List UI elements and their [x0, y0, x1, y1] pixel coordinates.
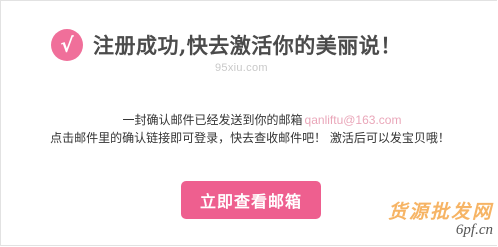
page-title: 注册成功,快去激活你的美丽说！: [93, 33, 402, 58]
brand-watermark-text: 货源批发网: [387, 201, 493, 223]
registration-success-panel: √ 注册成功,快去激活你的美丽说！ 95xiu.com 一封确认邮件已经发送到你…: [0, 0, 497, 246]
header: √ 注册成功,快去激活你的美丽说！: [51, 29, 402, 61]
view-email-button[interactable]: 立即查看邮箱: [181, 181, 321, 219]
confirmation-message-line2: 点击邮件里的确认链接即可登录，快去查收邮件吧！ 激活后可以发宝贝哦！: [50, 131, 450, 145]
brand-watermark-url: 6pf.cn: [455, 222, 493, 238]
site-watermark: 95xiu.com: [215, 62, 268, 74]
brand-watermark: 货源批发网 6pf.cn: [388, 197, 493, 239]
confirmation-text: 一封确认邮件已经发送到你的邮箱: [122, 113, 303, 127]
confirmation-message-line1: 一封确认邮件已经发送到你的邮箱 qanliftu@163.com: [13, 111, 498, 129]
checkmark-icon: √: [51, 29, 83, 61]
email-address: qanliftu@163.com: [304, 113, 402, 127]
